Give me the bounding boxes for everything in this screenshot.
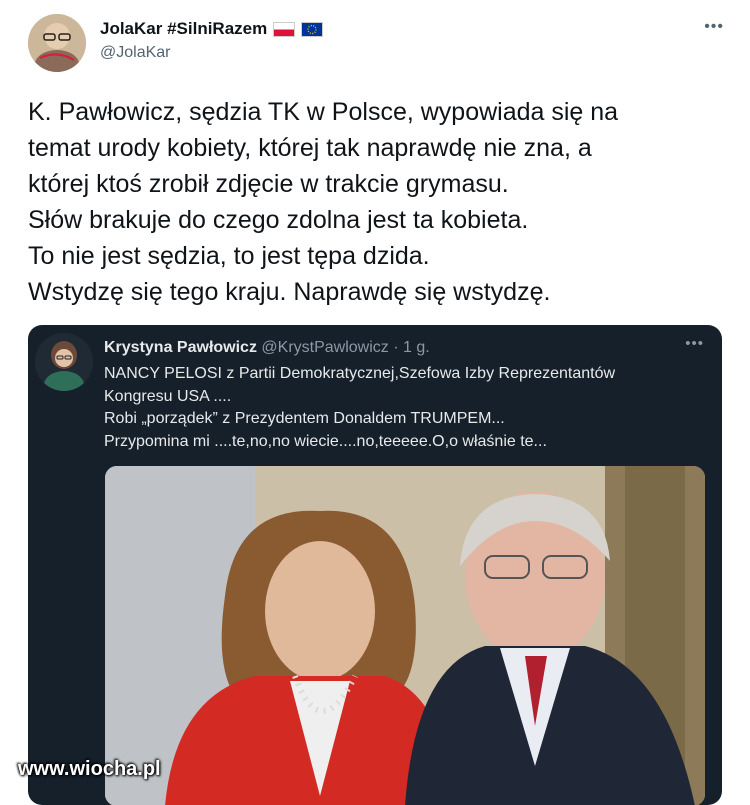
quoted-line: NANCY PELOSI z Partii Demokratycznej,Sze… (104, 365, 616, 382)
more-options-icon[interactable]: ••• (704, 18, 724, 36)
tweet-line: której ktoś zrobił zdjęcie w trakcie gry… (28, 170, 509, 198)
watermark: www.wiocha.pl (18, 758, 161, 780)
quoted-author-name[interactable]: Krystyna Pawłowicz (104, 339, 257, 356)
quoted-author-avatar[interactable] (35, 333, 93, 391)
quoted-line: Przypomina mi ....te,no,no wiecie....no,… (104, 432, 547, 450)
eu-flag-icon (301, 21, 324, 37)
quoted-line: Robi „porządek” z Prezydentem Donaldem T… (104, 410, 505, 427)
quoted-line: Kongresu USA .... (104, 387, 232, 405)
author-avatar[interactable] (28, 14, 86, 72)
tweet-line: To nie jest sędzia, to jest tępa dzida. (28, 242, 430, 270)
author-handle[interactable]: @JolaKar (100, 44, 171, 62)
tweet: JolaKar #SilniRazem @JolaKar ••• K. Pawł… (0, 0, 750, 805)
tweet-line: Słów brakuje do czego zdolna jest ta kob… (28, 206, 529, 234)
quoted-author-meta[interactable]: @KrystPawlowicz · 1 g. (261, 339, 429, 356)
quoted-photo[interactable] (105, 466, 705, 805)
tweet-line: K. Pawłowicz, sędzia TK w Polsce, wypowi… (28, 98, 619, 126)
quoted-header: Krystyna Pawłowicz @KrystPawlowicz · 1 g… (104, 339, 430, 357)
quoted-tweet[interactable]: Krystyna Pawłowicz @KrystPawlowicz · 1 g… (28, 325, 722, 805)
author-name-text[interactable]: JolaKar #SilniRazem (100, 19, 267, 39)
tweet-line: temat urody kobiety, której tak naprawdę… (28, 134, 592, 162)
quoted-text: NANCY PELOSI z Partii Demokratycznej,Sze… (104, 363, 704, 453)
tweet-line: Wstydzę się tego kraju. Naprawdę się wst… (28, 278, 551, 306)
poland-flag-icon (273, 21, 296, 37)
tweet-text: K. Pawłowicz, sędzia TK w Polsce, wypowi… (28, 94, 718, 310)
author-name[interactable]: JolaKar #SilniRazem (100, 19, 324, 39)
quoted-more-icon[interactable]: ••• (685, 335, 704, 352)
